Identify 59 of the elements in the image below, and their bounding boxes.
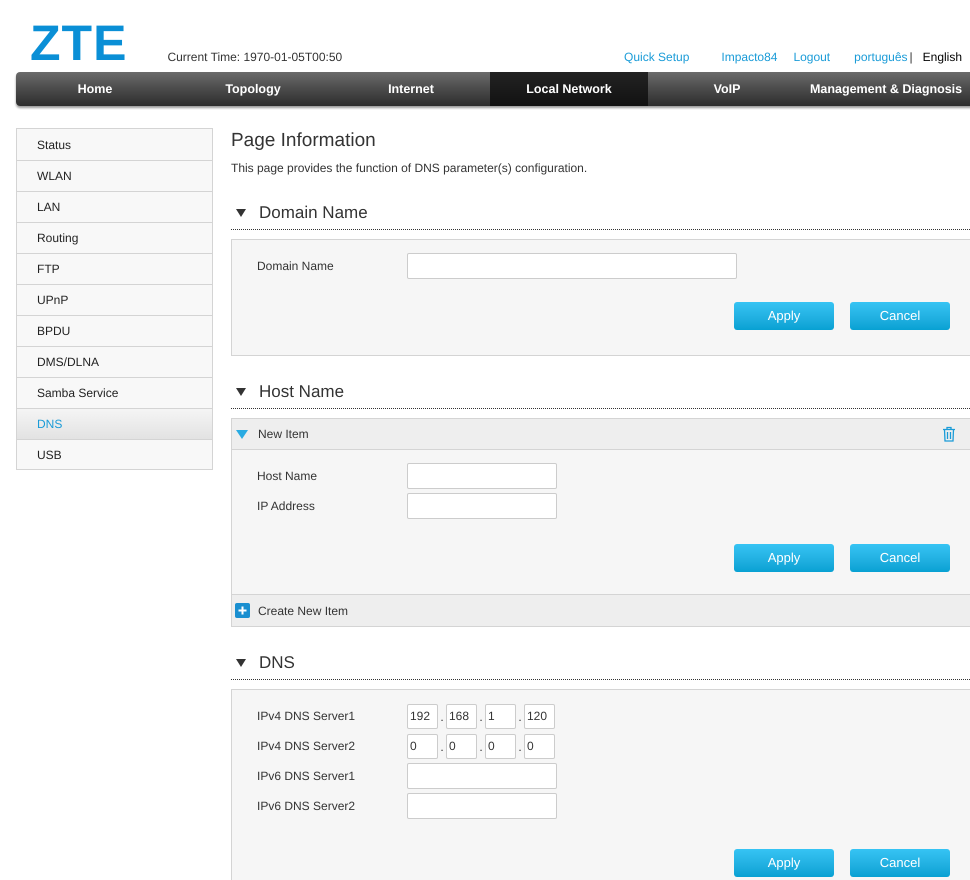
- plus-icon[interactable]: [235, 603, 250, 618]
- text-field[interactable]: [407, 253, 737, 279]
- dot-separator: .: [478, 708, 484, 726]
- trash-icon[interactable]: [942, 426, 956, 442]
- field-label: Host Name: [257, 468, 318, 485]
- nav-tab[interactable]: Management & Diagnosis: [806, 72, 970, 106]
- sidebar-item[interactable]: DMS/DLNA: [17, 346, 212, 377]
- language-separator: |: [910, 49, 913, 66]
- dot-separator: .: [439, 738, 445, 756]
- field-label: IPv6 DNS Server2: [257, 798, 356, 815]
- dot-separator: .: [517, 738, 523, 756]
- item-header[interactable]: New Item: [232, 418, 970, 450]
- caret-icon[interactable]: [235, 208, 247, 218]
- nav-tab[interactable]: Local Network: [490, 72, 648, 106]
- octet-field[interactable]: 168: [446, 704, 477, 728]
- logo: ZTE: [30, 18, 128, 68]
- octet-field[interactable]: 1: [485, 704, 516, 728]
- nav-tab[interactable]: VoIP: [648, 72, 806, 106]
- section-heading: Host Name: [259, 381, 344, 404]
- octet-field[interactable]: 0: [485, 734, 516, 758]
- page-description: This page provides the function of DNS parameter(s) configuration.: [231, 160, 588, 177]
- sidebar-item[interactable]: BPDU: [17, 315, 212, 346]
- sidebar-item[interactable]: Routing: [17, 222, 212, 253]
- octet-field[interactable]: 120: [524, 704, 555, 728]
- field-label: IPv4 DNS Server2: [257, 738, 356, 755]
- caret-icon[interactable]: [235, 658, 247, 668]
- create-item-label: Create New Item: [258, 602, 348, 620]
- create-item-bar[interactable]: Create New Item: [232, 595, 970, 627]
- sidebar-item[interactable]: WLAN: [17, 160, 212, 191]
- text-field[interactable]: [407, 463, 557, 489]
- current-time: Current Time: 1970-01-05T00:50: [167, 49, 342, 66]
- field-label: IP Address: [257, 498, 316, 515]
- sidebar-item[interactable]: UPnP: [17, 284, 212, 315]
- field-label: IPv6 DNS Server1: [257, 768, 356, 785]
- text-field[interactable]: [407, 793, 557, 819]
- sidebar-item[interactable]: Status: [17, 129, 212, 160]
- field-label: IPv4 DNS Server1: [257, 708, 356, 725]
- text-field[interactable]: [407, 763, 557, 789]
- octet-field[interactable]: 0: [524, 734, 555, 758]
- nav-tab[interactable]: Internet: [332, 72, 490, 106]
- nav-tab[interactable]: Home: [16, 72, 174, 106]
- sidebar-item[interactable]: LAN: [17, 191, 212, 222]
- text-field[interactable]: [407, 493, 557, 519]
- section-heading: Domain Name: [259, 202, 368, 224]
- item-title: New Item: [258, 426, 309, 443]
- octet-field[interactable]: 0: [407, 734, 438, 758]
- dot-separator: .: [439, 708, 445, 726]
- page-title: Page Information: [231, 129, 377, 153]
- sidebar-item[interactable]: FTP: [17, 253, 212, 284]
- dot-separator: .: [478, 738, 484, 756]
- sidebar-item[interactable]: USB: [17, 439, 212, 470]
- language-link[interactable]: English: [922, 48, 962, 66]
- caret-icon[interactable]: [235, 387, 247, 397]
- section-heading: DNS: [259, 652, 295, 674]
- field-label: Domain Name: [257, 258, 335, 275]
- octet-field[interactable]: 192: [407, 704, 438, 728]
- octet-field[interactable]: 0: [446, 734, 477, 758]
- dot-separator: .: [517, 708, 523, 726]
- nav-tab[interactable]: Topology: [174, 72, 332, 106]
